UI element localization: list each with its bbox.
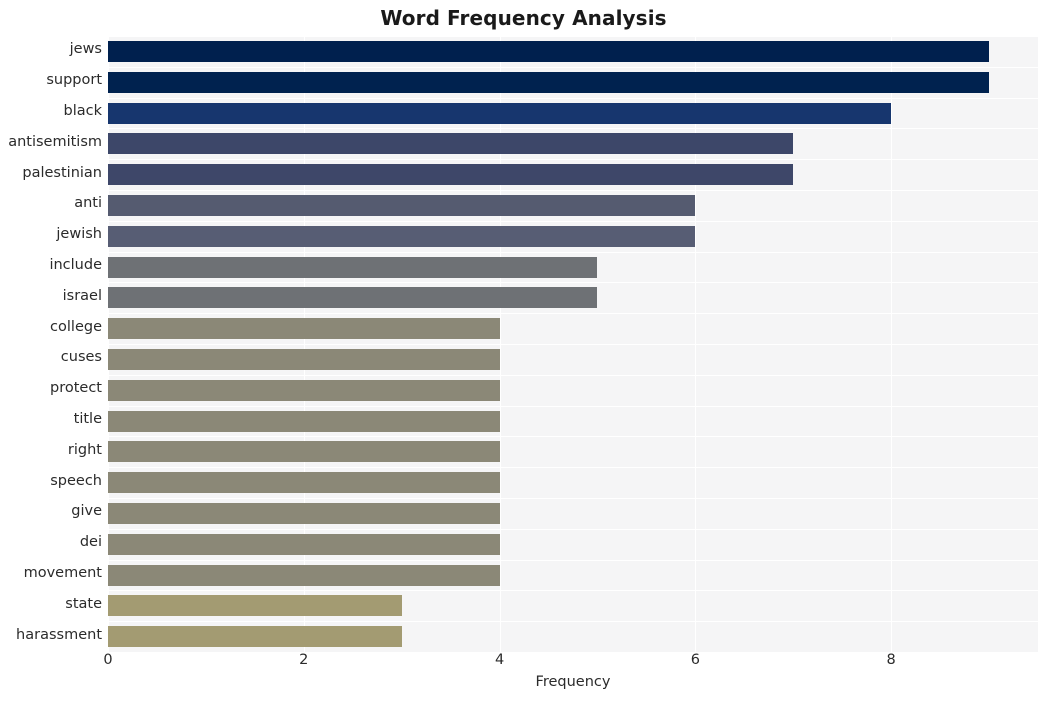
bar	[108, 71, 990, 93]
y-tick-label: include	[49, 257, 102, 273]
x-tick-label: 4	[494, 652, 505, 668]
y-tick-label: israel	[62, 287, 102, 304]
bar	[108, 318, 500, 340]
y-tick-label: give	[71, 503, 102, 520]
bar	[108, 256, 598, 278]
y-tick-label: movement	[23, 565, 102, 581]
horizontal-gridline	[108, 529, 1038, 530]
horizontal-gridline	[108, 221, 1038, 222]
horizontal-gridline	[108, 282, 1038, 283]
bar	[108, 564, 500, 586]
bar	[108, 348, 500, 370]
word-frequency-chart-figure: Word Frequency Analysis jews support black…	[0, 0, 1047, 701]
y-tick-label: black	[63, 103, 103, 119]
y-tick-label: harassment	[16, 626, 102, 643]
horizontal-gridline	[108, 621, 1038, 622]
bar	[108, 40, 990, 62]
y-tick-label: jewish	[56, 226, 102, 243]
y-tick-label: college	[50, 318, 102, 335]
y-tick-label: antisemitism	[8, 133, 102, 150]
y-tick-label: speech	[50, 472, 102, 489]
y-tick-label: state	[65, 595, 102, 612]
y-tick-label: jews	[69, 41, 102, 58]
chart-title: Word Frequency Analysis	[380, 6, 667, 30]
horizontal-gridline	[108, 344, 1038, 345]
horizontal-gridline	[108, 375, 1038, 376]
horizontal-gridline	[108, 436, 1038, 437]
horizontal-gridline	[108, 36, 1038, 37]
x-tick-label: 8	[886, 652, 896, 668]
bar	[108, 502, 500, 524]
horizontal-gridline	[108, 498, 1038, 499]
horizontal-gridline	[108, 159, 1038, 160]
y-tick-label: protect	[50, 380, 102, 397]
bar	[108, 533, 500, 555]
bar	[108, 410, 500, 432]
horizontal-gridline	[108, 67, 1038, 68]
bar	[108, 133, 794, 155]
bar	[108, 102, 892, 124]
bar	[108, 472, 500, 494]
y-tick-label: right	[67, 441, 102, 458]
y-tick-label: title	[73, 411, 102, 427]
y-tick-label: support	[46, 72, 102, 89]
bar	[108, 626, 402, 648]
x-tick-label: 0	[103, 652, 113, 668]
horizontal-gridline	[108, 560, 1038, 561]
y-tick-label: cuses	[60, 349, 102, 366]
horizontal-gridline	[108, 406, 1038, 407]
x-axis-label: Frequency	[535, 674, 611, 690]
y-axis-tick-labels: jews support black antisemitism palestinian a…	[0, 36, 102, 652]
horizontal-gridline	[108, 190, 1038, 191]
horizontal-gridline	[108, 467, 1038, 468]
bar	[108, 164, 794, 186]
y-tick-label: anti	[74, 195, 102, 212]
bar	[108, 194, 696, 216]
bar	[108, 595, 402, 617]
y-tick-label: dei	[79, 534, 102, 551]
bar	[108, 379, 500, 401]
plot-area	[108, 36, 1038, 653]
bar	[108, 287, 598, 309]
horizontal-gridline	[108, 98, 1038, 99]
horizontal-gridline	[108, 590, 1038, 591]
x-tick-label: 2	[299, 652, 309, 668]
bar	[108, 225, 696, 247]
horizontal-gridline	[108, 252, 1038, 253]
horizontal-gridline	[108, 128, 1038, 129]
horizontal-gridline	[108, 313, 1038, 314]
x-tick-label: 6	[690, 652, 700, 668]
bar	[108, 441, 500, 463]
y-tick-label: palestinian	[22, 164, 102, 181]
